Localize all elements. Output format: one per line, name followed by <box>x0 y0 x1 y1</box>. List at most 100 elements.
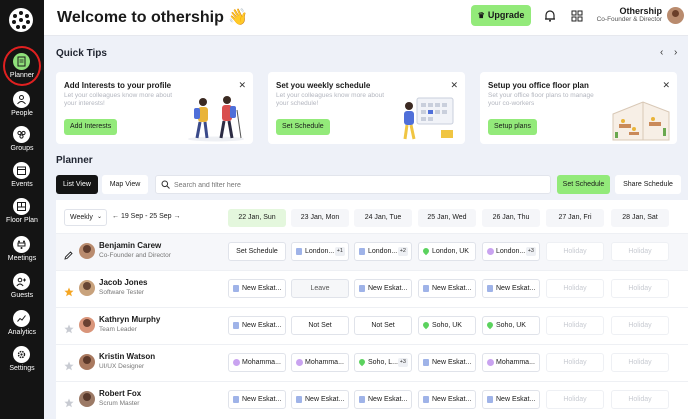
date-range-navigator[interactable]: ← 19 Sep - 25 Sep → <box>112 213 180 220</box>
schedule-cell[interactable]: Soho, UK <box>482 316 540 335</box>
avatar[interactable] <box>79 280 95 296</box>
othership-logo[interactable] <box>9 8 33 32</box>
schedule-cell[interactable]: New Eskat... <box>482 279 540 298</box>
cell-label: Mohamma... <box>305 359 344 366</box>
sidebar-item-analytics[interactable]: Analytics <box>0 307 44 341</box>
schedule-cell[interactable]: Holiday <box>611 279 669 298</box>
star-icon[interactable] <box>64 358 74 376</box>
person-name[interactable]: Benjamin Carew <box>99 241 161 250</box>
close-icon[interactable]: ✕ <box>450 80 458 91</box>
schedule-cell[interactable]: Holiday <box>611 390 669 409</box>
schedule-cell[interactable]: New Eskat... <box>354 279 412 298</box>
sidebar-item-settings[interactable]: Settings <box>0 343 44 377</box>
schedule-cell[interactable]: London... +2 <box>354 242 412 261</box>
setup-plans-button[interactable]: Setup plans <box>488 119 537 135</box>
schedule-cell[interactable]: Soho, L... +3 <box>354 353 412 372</box>
table-row: Robert Fox Scrum Master New Eskat... New Es… <box>56 381 688 418</box>
schedule-cell[interactable]: London... +1 <box>291 242 349 261</box>
sidebar-item-people[interactable]: People <box>0 88 44 122</box>
schedule-cell[interactable]: Holiday <box>611 242 669 261</box>
person-name[interactable]: Robert Fox <box>99 389 141 398</box>
avatar[interactable] <box>79 354 95 370</box>
page-title: Welcome to othership 👋 <box>57 9 249 26</box>
avatar[interactable] <box>79 391 95 407</box>
upgrade-button[interactable]: ♛ Upgrade <box>471 5 531 26</box>
schedule-cell[interactable]: Soho, UK <box>418 316 476 335</box>
cell-label: New Eskat... <box>242 322 282 329</box>
close-icon[interactable]: ✕ <box>662 80 670 91</box>
schedule-cell[interactable]: London... +3 <box>482 242 540 261</box>
set-schedule-button[interactable]: Set Schedule <box>557 175 610 194</box>
set-schedule-cell-button[interactable]: Set Schedule <box>228 242 286 261</box>
schedule-cell[interactable]: Holiday <box>546 316 604 335</box>
schedule-cell[interactable]: Holiday <box>611 353 669 372</box>
list-view-button[interactable]: List View <box>56 175 98 194</box>
day-header[interactable]: 28 Jan, Sat <box>611 209 669 227</box>
schedule-cell[interactable]: Not Set <box>291 316 349 335</box>
schedule-cell[interactable]: Holiday <box>546 279 604 298</box>
share-schedule-button[interactable]: Share Schedule <box>615 175 681 194</box>
day-header[interactable]: 26 Jan, Thu <box>482 209 540 227</box>
star-icon[interactable] <box>64 284 74 302</box>
edit-pencil-icon[interactable] <box>64 247 73 265</box>
day-header[interactable]: 24 Jan, Tue <box>354 209 412 227</box>
day-header[interactable]: 22 Jan, Sun <box>228 209 286 227</box>
extra-count-badge[interactable]: +1 <box>334 247 345 256</box>
chevron-left-icon[interactable]: ‹ <box>660 47 663 58</box>
sidebar-item-guests[interactable]: Guests <box>0 270 44 304</box>
star-icon[interactable] <box>64 321 74 339</box>
person-name[interactable]: Jacob Jones <box>99 278 147 287</box>
avatar[interactable] <box>79 317 95 333</box>
schedule-cell[interactable]: Holiday <box>546 353 604 372</box>
sidebar-item-events[interactable]: Events <box>0 159 44 193</box>
sidebar-item-floor-plan[interactable]: Floor Plan <box>0 195 44 229</box>
schedule-cell[interactable]: Not Set <box>354 316 412 335</box>
person-name[interactable]: Kristin Watson <box>99 352 155 361</box>
add-interests-button[interactable]: Add Interests <box>64 119 118 135</box>
bell-icon[interactable] <box>544 9 556 27</box>
schedule-cell[interactable]: New Eskat... <box>482 390 540 409</box>
person-name[interactable]: Kathryn Murphy <box>99 315 160 324</box>
extra-count-badge[interactable]: +3 <box>397 358 408 367</box>
schedule-cell[interactable]: New Eskat... <box>418 390 476 409</box>
star-icon[interactable] <box>64 395 74 413</box>
schedule-cell[interactable]: New Eskat... <box>291 390 349 409</box>
schedule-cell[interactable]: New Eskat... <box>354 390 412 409</box>
sidebar-item-label: Events <box>11 181 33 188</box>
set-schedule-tip-button[interactable]: Set Schedule <box>276 119 330 135</box>
day-header[interactable]: 27 Jan, Fri <box>546 209 604 227</box>
extra-count-badge[interactable]: +3 <box>525 247 536 256</box>
person-dot-icon <box>233 359 240 366</box>
schedule-cell[interactable]: Mohamma... <box>228 353 286 372</box>
schedule-cell[interactable]: Mohamma... <box>482 353 540 372</box>
location-pin-icon <box>421 246 431 256</box>
extra-count-badge[interactable]: +2 <box>397 247 408 256</box>
schedule-cell[interactable]: New Eskat... <box>228 279 286 298</box>
map-view-button[interactable]: Map View <box>102 175 148 194</box>
floor-plan-illustration <box>612 101 670 141</box>
sidebar-item-meetings[interactable]: Meetings <box>0 233 44 267</box>
chevron-right-icon[interactable]: › <box>674 47 677 58</box>
schedule-cell[interactable]: Leave <box>291 279 349 298</box>
apps-grid-icon[interactable] <box>571 9 583 27</box>
search-input[interactable] <box>174 178 544 192</box>
schedule-cell[interactable]: New Eskat... <box>228 390 286 409</box>
schedule-cell[interactable]: London, UK <box>418 242 476 261</box>
schedule-cell[interactable]: Holiday <box>611 316 669 335</box>
day-header[interactable]: 25 Jan, Wed <box>418 209 476 227</box>
avatar[interactable] <box>667 7 684 24</box>
tip-card-floor-plan: Setup you office floor plan Set your off… <box>480 72 677 144</box>
floorplan-icon <box>13 198 30 215</box>
schedule-cell[interactable]: Holiday <box>546 242 604 261</box>
sidebar-item-groups[interactable]: Groups <box>0 123 44 157</box>
schedule-cell[interactable]: New Eskat... <box>418 279 476 298</box>
close-icon[interactable]: ✕ <box>238 80 246 91</box>
range-select[interactable]: Weekly ⌄ <box>64 209 107 226</box>
schedule-cell[interactable]: Mohamma... <box>291 353 349 372</box>
schedule-cell[interactable]: New Eskat... <box>228 316 286 335</box>
schedule-cell[interactable]: New Eskat... <box>418 353 476 372</box>
avatar[interactable] <box>79 243 95 259</box>
day-header[interactable]: 23 Jan, Mon <box>291 209 349 227</box>
office-icon <box>296 396 302 403</box>
schedule-cell[interactable]: Holiday <box>546 390 604 409</box>
